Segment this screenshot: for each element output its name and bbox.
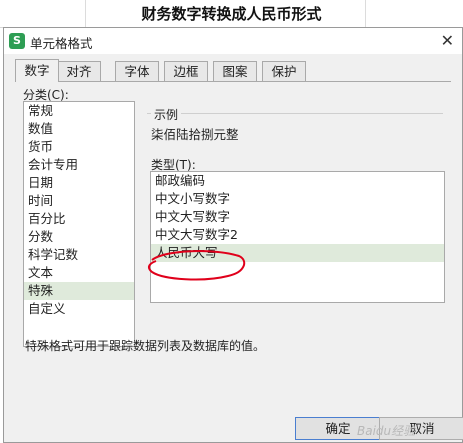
type-list[interactable]: 邮政编码 中文小写数字 中文大写数字 中文大写数字2 人民币大写 (150, 171, 445, 303)
category-item[interactable]: 时间 (24, 192, 134, 210)
type-item[interactable]: 中文小写数字 (151, 190, 444, 208)
close-icon[interactable]: ✕ (441, 31, 454, 50)
sample-label: 示例 (151, 106, 182, 123)
baidu-watermark: Baidu经验 (357, 424, 416, 438)
tab-font[interactable]: 字体 (115, 61, 159, 81)
type-item-selected[interactable]: 人民币大写 (151, 244, 444, 262)
tab-alignment[interactable]: 对齐 (57, 61, 101, 81)
category-item[interactable]: 会计专用 (24, 156, 134, 174)
wps-app-icon: S (9, 33, 25, 49)
tab-border[interactable]: 边框 (164, 61, 208, 81)
sheet-title: 财务数字转换成人民币形式 (141, 5, 322, 23)
type-item[interactable]: 中文大写数字 (151, 208, 444, 226)
category-item[interactable]: 科学记数 (24, 246, 134, 264)
category-item[interactable]: 百分比 (24, 210, 134, 228)
category-item[interactable]: 自定义 (24, 300, 134, 318)
category-item[interactable]: 货币 (24, 138, 134, 156)
type-item[interactable]: 中文大写数字2 (151, 226, 444, 244)
tab-panel-border (15, 81, 451, 82)
group-divider (147, 113, 443, 114)
spreadsheet-header-strip: 财务数字转换成人民币形式 (0, 0, 463, 28)
tab-protection[interactable]: 保护 (262, 61, 306, 81)
category-list[interactable]: 常规 数值 货币 会计专用 日期 时间 百分比 分数 科学记数 文本 特殊 自定… (23, 101, 135, 347)
format-cells-dialog: S 单元格格式 ✕ 数字 对齐 字体 边框 图案 保护 分类(C): 常规 数值… (3, 27, 463, 443)
dialog-titlebar: S 单元格格式 ✕ (4, 28, 462, 54)
category-item[interactable]: 日期 (24, 174, 134, 192)
category-item[interactable]: 分数 (24, 228, 134, 246)
tab-pattern[interactable]: 图案 (213, 61, 257, 81)
dialog-title: 单元格格式 (30, 36, 93, 51)
format-description: 特殊格式可用于跟踪数据列表及数据库的值。 (25, 339, 266, 353)
type-item[interactable]: 邮政编码 (151, 172, 444, 190)
sample-group: 示例 柒佰陆拾捌元整 (147, 106, 443, 146)
category-item[interactable]: 数值 (24, 120, 134, 138)
tab-number[interactable]: 数字 (15, 59, 59, 82)
sample-value: 柒佰陆拾捌元整 (151, 127, 239, 142)
category-item[interactable]: 文本 (24, 264, 134, 282)
category-item[interactable]: 常规 (24, 102, 134, 120)
category-item-selected[interactable]: 特殊 (24, 282, 134, 300)
